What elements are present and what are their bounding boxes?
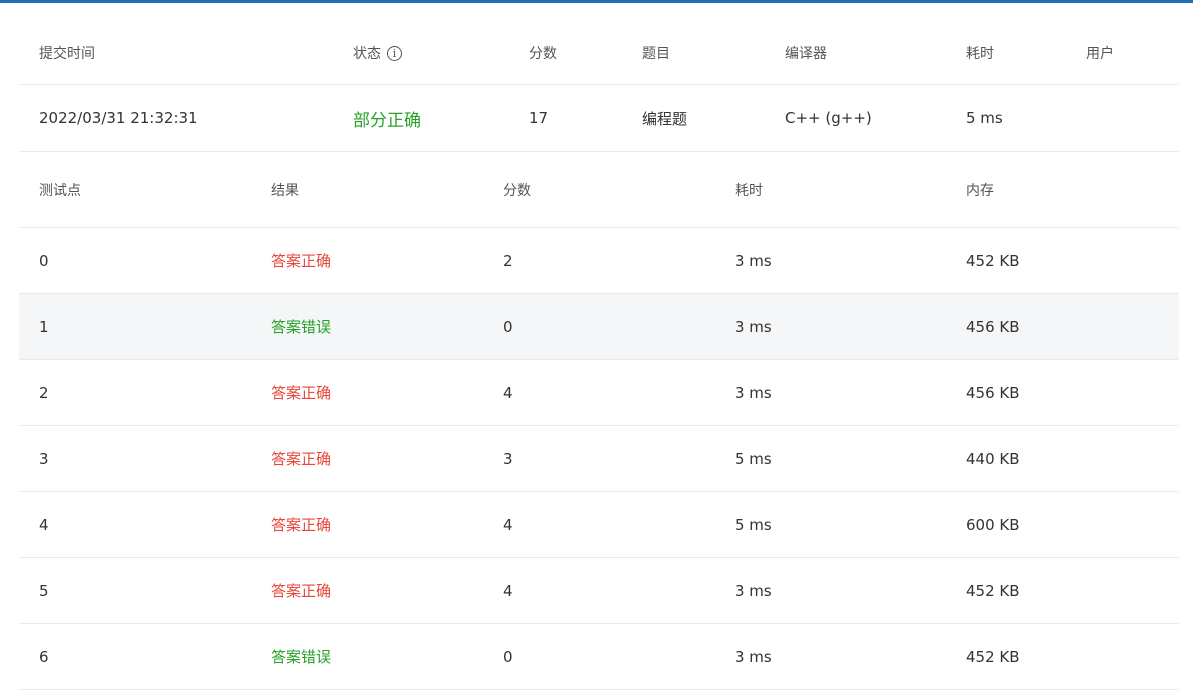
summary-score: 17 bbox=[529, 109, 549, 127]
table-row: 4 答案正确 4 5 ms 600 KB bbox=[19, 492, 1179, 558]
test-result: 答案正确 bbox=[271, 582, 332, 600]
test-score: 4 bbox=[503, 383, 513, 402]
summary-header-status-label: 状态 bbox=[353, 46, 381, 62]
test-score: 3 bbox=[503, 449, 513, 468]
summary-duration: 5 ms bbox=[966, 109, 1003, 127]
table-row: 2 答案正确 4 3 ms 456 KB bbox=[19, 360, 1179, 426]
summary-header-compiler: 编译器 bbox=[785, 46, 827, 62]
summary-header-status: 状态 i bbox=[353, 22, 402, 84]
test-score: 4 bbox=[503, 515, 513, 534]
summary-status: 部分正确 bbox=[353, 110, 421, 131]
submission-panel: 提交时间 状态 i 分数 题目 编译器 耗时 用户 2022/03/31 21:… bbox=[19, 22, 1179, 690]
test-memory: 452 KB bbox=[966, 251, 1020, 270]
test-id: 1 bbox=[39, 317, 49, 336]
summary-compiler: C++ (g++) bbox=[785, 109, 872, 127]
test-memory: 456 KB bbox=[966, 317, 1020, 336]
top-accent-line bbox=[0, 0, 1193, 3]
summary-time: 2022/03/31 21:32:31 bbox=[39, 109, 198, 127]
tests-header-memory: 内存 bbox=[966, 182, 994, 199]
test-duration: 3 ms bbox=[735, 581, 772, 600]
summary-header-duration: 耗时 bbox=[966, 46, 994, 62]
test-memory: 452 KB bbox=[966, 647, 1020, 666]
tests-header-duration: 耗时 bbox=[735, 182, 763, 199]
test-result: 答案正确 bbox=[271, 252, 332, 270]
summary-header-row: 提交时间 状态 i 分数 题目 编译器 耗时 用户 bbox=[19, 22, 1179, 85]
test-id: 0 bbox=[39, 251, 49, 270]
test-score: 4 bbox=[503, 581, 513, 600]
test-memory: 440 KB bbox=[966, 449, 1020, 468]
test-id: 2 bbox=[39, 383, 49, 402]
test-result: 答案错误 bbox=[271, 648, 332, 666]
test-duration: 5 ms bbox=[735, 515, 772, 534]
table-row: 5 答案正确 4 3 ms 452 KB bbox=[19, 558, 1179, 624]
summary-header-score: 分数 bbox=[529, 46, 557, 62]
table-row: 3 答案正确 3 5 ms 440 KB bbox=[19, 426, 1179, 492]
table-row: 1 答案错误 0 3 ms 456 KB bbox=[19, 294, 1179, 360]
test-duration: 3 ms bbox=[735, 251, 772, 270]
test-memory: 600 KB bbox=[966, 515, 1020, 534]
summary-row: 2022/03/31 21:32:31 部分正确 17 编程题 C++ (g++… bbox=[19, 85, 1179, 152]
tests-header-id: 测试点 bbox=[39, 182, 81, 199]
test-result: 答案正确 bbox=[271, 516, 332, 534]
summary-problem-link[interactable]: 编程题 bbox=[642, 85, 687, 151]
tests-header-result: 结果 bbox=[271, 182, 299, 199]
test-score: 2 bbox=[503, 251, 513, 270]
test-result: 答案错误 bbox=[271, 318, 332, 336]
test-memory: 452 KB bbox=[966, 581, 1020, 600]
test-id: 5 bbox=[39, 581, 49, 600]
test-duration: 3 ms bbox=[735, 383, 772, 402]
tests-header-score: 分数 bbox=[503, 182, 531, 199]
test-score: 0 bbox=[503, 317, 513, 336]
summary-header-problem: 题目 bbox=[642, 46, 670, 62]
table-row: 0 答案正确 2 3 ms 452 KB bbox=[19, 228, 1179, 294]
test-memory: 456 KB bbox=[966, 383, 1020, 402]
test-id: 3 bbox=[39, 449, 49, 468]
test-score: 0 bbox=[503, 647, 513, 666]
summary-header-user: 用户 bbox=[1086, 46, 1114, 62]
test-id: 4 bbox=[39, 515, 49, 534]
table-row: 6 答案错误 0 3 ms 452 KB bbox=[19, 624, 1179, 690]
test-duration: 3 ms bbox=[735, 317, 772, 336]
test-result: 答案正确 bbox=[271, 450, 332, 468]
test-id: 6 bbox=[39, 647, 49, 666]
summary-header-time: 提交时间 bbox=[39, 46, 95, 62]
test-result: 答案正确 bbox=[271, 384, 332, 402]
info-icon[interactable]: i bbox=[387, 45, 402, 61]
test-duration: 5 ms bbox=[735, 449, 772, 468]
test-duration: 3 ms bbox=[735, 647, 772, 666]
tests-header-row: 测试点 结果 分数 耗时 内存 bbox=[19, 152, 1179, 228]
